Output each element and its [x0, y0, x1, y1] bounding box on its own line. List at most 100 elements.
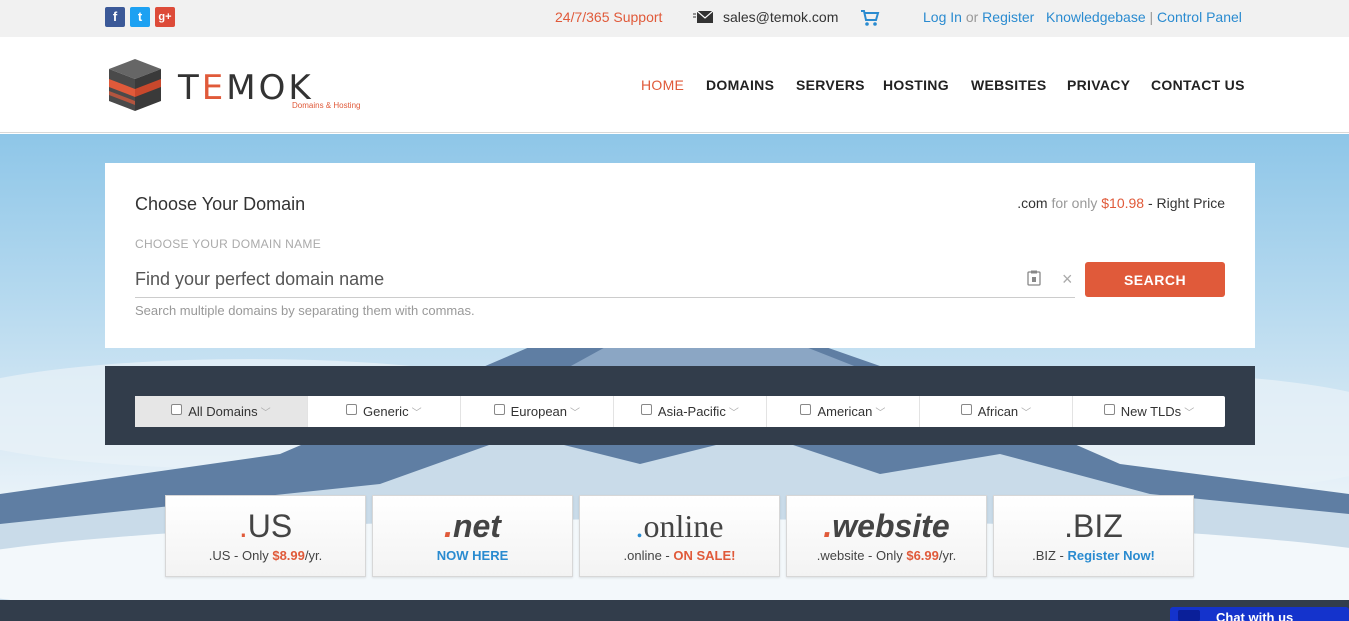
logo-wordmark[interactable]: TEMOK: [178, 71, 314, 105]
tld-logo: .net: [373, 509, 572, 543]
chat-label: Chat with us: [1216, 610, 1294, 621]
nav-home[interactable]: HOME: [641, 77, 684, 93]
tld-card-net[interactable]: .net NOW HERE: [372, 495, 573, 577]
nav-servers[interactable]: SERVERS: [796, 77, 865, 93]
checkbox[interactable]: [171, 404, 183, 415]
offer-price: $8.99: [272, 548, 305, 563]
tld-dot: .: [635, 508, 644, 544]
filter-new-tlds[interactable]: New TLDs ﹀: [1073, 396, 1225, 427]
filter-asia-pacific[interactable]: Asia-Pacific ﹀: [614, 396, 767, 427]
chat-widget[interactable]: Chat with us: [1170, 607, 1349, 621]
checkbox[interactable]: [800, 404, 812, 415]
tld-logo: .online: [580, 509, 779, 543]
chevron-down-icon: ﹀: [260, 408, 271, 419]
mail-icon: [693, 11, 713, 23]
search-hint: Search multiple domains by separating th…: [135, 303, 475, 318]
nav-websites[interactable]: WEBSITES: [971, 77, 1047, 93]
filter-all-domains[interactable]: All Domains ﹀: [135, 396, 308, 427]
domain-search-card: Choose Your Domain .com for only $10.98 …: [105, 163, 1255, 348]
footer-strip: [0, 600, 1349, 621]
filter-european[interactable]: European ﹀: [461, 396, 614, 427]
logo-text-e: E: [201, 68, 227, 108]
knowledgebase-link[interactable]: Knowledgebase: [1046, 9, 1146, 25]
tld-dot: .: [823, 508, 833, 544]
offer-pre: .online -: [623, 548, 674, 563]
filter-label: Asia-Pacific: [657, 404, 726, 419]
tld-filter-bar: All Domains ﹀ Generic ﹀ European ﹀ Asia-Pac…: [105, 366, 1255, 445]
nav-contact-us[interactable]: CONTACT US: [1151, 77, 1245, 93]
tld-dot: .: [1064, 508, 1074, 544]
tld-card-us[interactable]: .US .US - Only $8.99/yr.: [165, 495, 366, 577]
offer-pre: .BIZ -: [1032, 548, 1068, 563]
clipboard-icon[interactable]: [1027, 270, 1041, 286]
nav-privacy[interactable]: PRIVACY: [1067, 77, 1130, 93]
google-plus-icon[interactable]: g+: [155, 7, 175, 27]
filter-label: Generic: [363, 404, 409, 419]
checkbox[interactable]: [960, 404, 972, 415]
checkbox[interactable]: [1103, 404, 1115, 415]
nav-domains[interactable]: DOMAINS: [706, 77, 774, 93]
email-link[interactable]: sales@temok.com: [723, 9, 838, 25]
filter-label: American: [817, 404, 873, 419]
cart-icon[interactable]: [860, 8, 880, 28]
tld-logo: .website: [787, 509, 986, 543]
checkbox[interactable]: [640, 404, 652, 415]
tld-name: BIZ: [1073, 508, 1123, 544]
logo-tagline: Domains & Hosting: [292, 101, 361, 110]
register-link[interactable]: Register: [982, 9, 1034, 25]
domain-search-input[interactable]: [135, 262, 1075, 298]
filter-label: New TLDs: [1120, 404, 1182, 419]
promo-tld: .com: [1017, 195, 1048, 211]
top-bar: f t g+ 24/7/365 Support sales@temok.com …: [0, 0, 1349, 37]
tld-promo-row: .US .US - Only $8.99/yr. .net NOW HERE .…: [165, 495, 1195, 577]
chevron-down-icon: ﹀: [1021, 408, 1032, 419]
tld-name: online: [643, 508, 724, 544]
tld-offer: NOW HERE: [373, 548, 572, 563]
support-link[interactable]: 24/7/365 Support: [555, 9, 662, 25]
tld-logo: .US: [166, 509, 365, 543]
search-button[interactable]: SEARCH: [1085, 262, 1225, 297]
tld-card-online[interactable]: .online .online - ON SALE!: [579, 495, 780, 577]
offer-highlight: ON SALE!: [673, 548, 736, 563]
account-links: Log In or Register Knowledgebase | Contr…: [923, 9, 1242, 25]
logo-text-t: T: [178, 68, 202, 108]
tld-card-biz[interactable]: .BIZ .BIZ - Register Now!: [993, 495, 1194, 577]
promo-for: for only: [1051, 195, 1098, 211]
chat-bubble-icon: [1178, 610, 1200, 621]
checkbox[interactable]: [493, 404, 505, 415]
chevron-down-icon: ﹀: [1184, 408, 1195, 419]
filter-generic[interactable]: Generic ﹀: [308, 396, 461, 427]
com-promo: .com for only $10.98 - Right Price: [1017, 195, 1225, 211]
offer-post: /yr.: [938, 548, 957, 563]
logo-cube-icon[interactable]: [105, 59, 165, 111]
tld-offer: .website - Only $6.99/yr.: [787, 548, 986, 563]
filter-label: African: [977, 404, 1019, 419]
tld-offer: .BIZ - Register Now!: [994, 548, 1193, 563]
offer-highlight: NOW HERE: [436, 548, 509, 563]
tld-dot: .: [444, 508, 453, 544]
tld-name: US: [247, 508, 293, 544]
checkbox[interactable]: [346, 404, 358, 415]
chevron-down-icon: ﹀: [728, 408, 739, 419]
chevron-down-icon: ﹀: [570, 408, 581, 419]
filter-american[interactable]: American ﹀: [767, 396, 920, 427]
facebook-icon[interactable]: f: [105, 7, 125, 27]
filter-label: All Domains: [188, 404, 258, 419]
separator: |: [1149, 9, 1154, 25]
promo-tail: - Right Price: [1147, 195, 1225, 211]
nav-hosting[interactable]: HOSTING: [883, 77, 949, 93]
tld-offer: .US - Only $8.99/yr.: [166, 548, 365, 563]
site-header: TEMOK Domains & Hosting HOME DOMAINS SER…: [0, 37, 1349, 133]
tld-name: net: [452, 508, 501, 544]
control-panel-link[interactable]: Control Panel: [1157, 9, 1242, 25]
tld-card-website[interactable]: .website .website - Only $6.99/yr.: [786, 495, 987, 577]
twitter-icon[interactable]: t: [130, 7, 150, 27]
chevron-down-icon: ﹀: [411, 408, 422, 419]
filter-african[interactable]: African ﹀: [920, 396, 1073, 427]
tld-dot: .: [238, 508, 248, 544]
login-link[interactable]: Log In: [923, 9, 962, 25]
clear-icon[interactable]: ×: [1062, 269, 1073, 290]
or-text: or: [965, 9, 979, 25]
chevron-down-icon: ﹀: [875, 408, 886, 419]
domain-field-label: CHOOSE YOUR DOMAIN NAME: [135, 237, 322, 251]
